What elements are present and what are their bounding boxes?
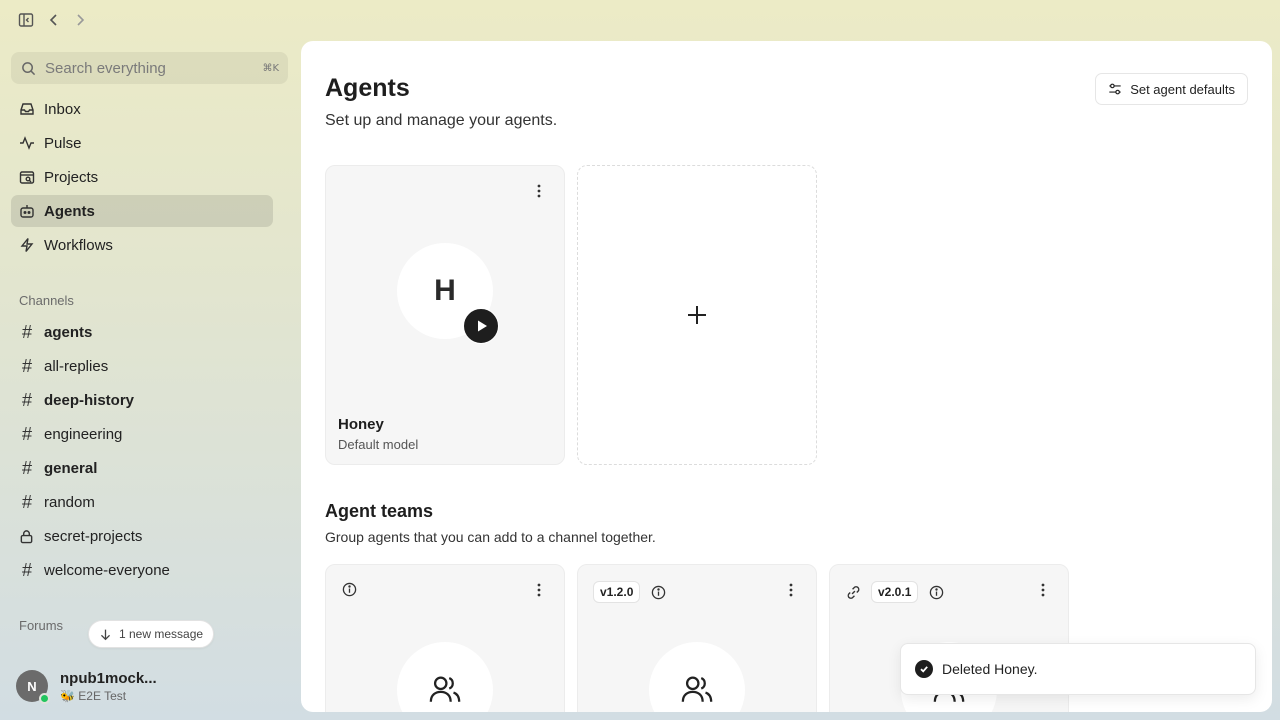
projects-icon <box>19 171 35 184</box>
channel-label: deep-history <box>44 391 135 409</box>
page-title: Agents <box>325 74 410 102</box>
add-agent-button[interactable] <box>577 165 817 465</box>
agent-teams-subtitle: Group agents that you can add to a chann… <box>325 529 656 545</box>
toast-notification: Deleted Honey. <box>900 643 1256 695</box>
users-icon <box>429 676 461 702</box>
hash-icon: # <box>21 355 32 376</box>
workflows-icon <box>20 238 34 252</box>
nav-label: Agents <box>44 202 95 220</box>
agent-model: Default model <box>338 437 419 452</box>
nav-item-inbox[interactable]: Inbox <box>11 93 273 125</box>
check-circle-icon <box>915 660 933 678</box>
top-bar <box>0 0 300 40</box>
hash-icon: # <box>21 457 32 478</box>
nav-label: Pulse <box>44 134 82 152</box>
agent-name: Honey <box>338 416 384 433</box>
agent-initial: H <box>434 274 456 307</box>
hash-icon: # <box>21 389 32 410</box>
main-nav: Inbox Pulse Projects Agents Workflows <box>11 93 273 263</box>
channel-label: welcome-everyone <box>44 561 170 579</box>
page-subtitle: Set up and manage your agents. <box>325 112 558 129</box>
info-icon[interactable] <box>650 584 666 600</box>
channel-item-all-replies[interactable]: # all-replies <box>11 349 273 383</box>
sliders-icon <box>1109 83 1121 95</box>
agent-teams-title: Agent teams <box>325 501 434 521</box>
team-card[interactable] <box>325 564 565 712</box>
users-icon <box>681 676 713 702</box>
channel-label: general <box>44 459 98 477</box>
hash-icon: # <box>21 491 32 512</box>
link-icon[interactable] <box>845 584 861 600</box>
channel-list: # agents # all-replies # deep-history # … <box>11 315 273 587</box>
search-icon <box>22 61 36 75</box>
nav-label: Workflows <box>44 236 113 254</box>
info-icon[interactable] <box>928 584 944 600</box>
new-message-label: 1 new message <box>119 627 204 641</box>
sidebar: Search everything ⌘K Inbox Pulse Project… <box>0 40 300 720</box>
nav-label: Projects <box>44 168 99 186</box>
nav-label: Inbox <box>44 100 81 118</box>
nav-item-pulse[interactable]: Pulse <box>11 127 273 159</box>
info-icon[interactable] <box>341 581 357 597</box>
online-status-dot <box>39 693 50 704</box>
version-badge: v1.2.0 <box>593 581 641 603</box>
search-shortcut: ⌘K <box>262 62 279 74</box>
play-icon[interactable] <box>463 308 499 344</box>
forward-arrow-icon[interactable] <box>71 11 89 29</box>
back-arrow-icon[interactable] <box>45 11 63 29</box>
forums-section-label: Forums <box>19 618 64 633</box>
version-badge: v2.0.1 <box>871 581 919 603</box>
channel-item-general[interactable]: # general <box>11 451 273 485</box>
channel-item-agents[interactable]: # agents <box>11 315 273 349</box>
new-message-pill[interactable]: 1 new message <box>88 620 215 648</box>
search-placeholder: Search everything <box>45 59 166 77</box>
user-status: 🐝 E2E Test <box>60 688 127 703</box>
main-panel: Agents Set up and manage your agents. Se… <box>301 41 1272 712</box>
channel-item-engineering[interactable]: # engineering <box>11 417 273 451</box>
user-profile[interactable]: N npub1mock... 🐝 E2E Test <box>16 668 157 704</box>
channel-label: random <box>44 493 95 511</box>
hash-icon: # <box>21 559 32 580</box>
user-name: npub1mock... <box>60 669 157 687</box>
nav-item-projects[interactable]: Projects <box>11 161 273 193</box>
more-options-icon[interactable] <box>532 583 546 601</box>
sidebar-toggle-icon[interactable] <box>17 11 35 29</box>
agent-card-honey[interactable]: H Honey Default model <box>325 165 565 465</box>
toast-message: Deleted Honey. <box>942 661 1038 677</box>
channel-item-random[interactable]: # random <box>11 485 273 519</box>
channel-item-deep-history[interactable]: # deep-history <box>11 383 273 417</box>
lock-icon <box>20 529 33 543</box>
more-options-icon[interactable] <box>784 583 798 601</box>
hash-icon: # <box>21 423 32 444</box>
team-card[interactable]: v1.2.0 <box>577 564 817 712</box>
pulse-icon <box>20 136 34 150</box>
agents-icon <box>20 205 34 218</box>
search-input[interactable]: Search everything ⌘K <box>11 52 288 84</box>
set-agent-defaults-button[interactable]: Set agent defaults <box>1095 73 1248 105</box>
team-avatar <box>649 642 745 712</box>
hash-icon: # <box>21 321 32 342</box>
nav-item-workflows[interactable]: Workflows <box>11 229 273 261</box>
plus-icon <box>688 306 706 324</box>
avatar: N <box>16 670 50 704</box>
channel-label: all-replies <box>44 357 109 375</box>
channel-label: agents <box>44 323 93 341</box>
channel-item-welcome-everyone[interactable]: # welcome-everyone <box>11 553 273 587</box>
channel-label: engineering <box>44 425 123 443</box>
more-options-icon[interactable] <box>532 184 546 202</box>
inbox-icon <box>20 103 34 115</box>
nav-item-agents[interactable]: Agents <box>11 195 273 227</box>
channel-label: secret-projects <box>44 527 143 545</box>
team-avatar <box>397 642 493 712</box>
arrow-down-icon <box>100 629 111 640</box>
channel-item-secret-projects[interactable]: secret-projects <box>11 519 273 553</box>
avatar-initial: N <box>27 678 37 694</box>
channels-section-label: Channels <box>19 293 74 308</box>
set-agent-defaults-label: Set agent defaults <box>1130 81 1235 97</box>
more-options-icon[interactable] <box>1036 583 1050 601</box>
